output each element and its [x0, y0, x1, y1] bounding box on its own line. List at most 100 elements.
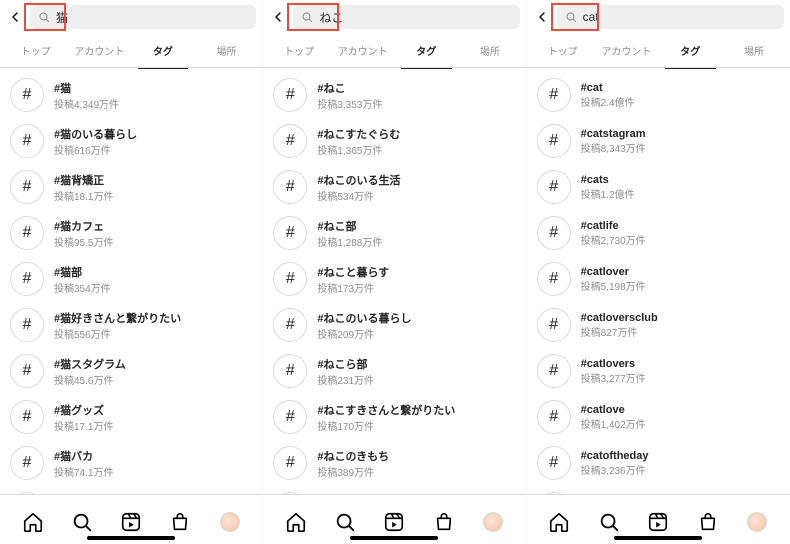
hashtag-row[interactable]: ##catlife投稿2,730万件: [527, 210, 790, 256]
tab-place[interactable]: 場所: [458, 33, 522, 68]
hashtag-row[interactable]: ##cats投稿1.2億件: [527, 164, 790, 210]
tab-place[interactable]: 場所: [722, 33, 786, 68]
hashtag-row[interactable]: ##ねこ部投稿1,288万件: [263, 210, 525, 256]
hashtag-info: #猫のいる暮らし投稿616万件: [54, 126, 252, 157]
hashtag-count: 投稿3,353万件: [317, 96, 515, 111]
hashtag-row[interactable]: ##猫好きさんと繋がりたい投稿556万件: [0, 302, 262, 348]
hashtag-icon: #: [537, 170, 571, 204]
hashtag-row[interactable]: ##猫グッズ投稿17.1万件: [0, 394, 262, 440]
hashtag-row[interactable]: ##猫部投稿354万件: [0, 256, 262, 302]
search-input[interactable]: ねこ: [293, 5, 519, 29]
home-indicator: [87, 536, 175, 540]
search-query-text: cat: [583, 10, 599, 24]
hashtag-row[interactable]: ##猫バカ投稿74.1万件: [0, 440, 262, 486]
tab-tag[interactable]: タグ: [658, 33, 722, 68]
hashtag-count: 投稿17.1万件: [54, 418, 252, 433]
hashtag-row[interactable]: ##cat投稿2.4億件: [527, 72, 790, 118]
search-input[interactable]: 猫: [30, 5, 256, 29]
home-icon: [548, 511, 570, 533]
search-icon: [71, 511, 93, 533]
nav-home[interactable]: [285, 511, 307, 533]
hashtag-row[interactable]: ##猫背矯正投稿18.1万件: [0, 164, 262, 210]
nav-reels[interactable]: [383, 511, 405, 533]
tab-tag[interactable]: タグ: [131, 33, 195, 68]
hashtag-row[interactable]: ##catlover投稿5,198万件: [527, 256, 790, 302]
nav-shop[interactable]: [169, 511, 191, 533]
hashtag-row[interactable]: ##catstagram投稿8,343万件: [527, 118, 790, 164]
nav-profile[interactable]: [746, 511, 768, 533]
tab-account[interactable]: アカウント: [68, 33, 132, 68]
hashtag-info: #catlove投稿1,402万件: [581, 404, 780, 431]
nav-profile[interactable]: [482, 511, 504, 533]
search-header: ねこ: [263, 0, 525, 34]
hashtag-row[interactable]: ##catlovers投稿3,277万件: [527, 348, 790, 394]
hashtag-row[interactable]: ##猫スタグラム投稿45.6万件: [0, 348, 262, 394]
back-button[interactable]: [533, 8, 551, 26]
hashtag-row[interactable]: ##ねこのいる暮らし投稿209万件: [263, 302, 525, 348]
hashtag-row[interactable]: # #ねこ投稿3,353万件: [263, 72, 525, 118]
hashtag-row[interactable]: ##ねこのきもち投稿389万件: [263, 440, 525, 486]
hashtag-row[interactable]: ##catphoto: [527, 486, 790, 494]
hashtag-info: #ねこのいる生活投稿534万件: [317, 172, 515, 203]
nav-shop[interactable]: [433, 511, 455, 533]
nav-reels[interactable]: [120, 511, 142, 533]
hashtag-row[interactable]: ##ねこすきさんと繋がりたい投稿170万件: [263, 394, 525, 440]
tab-top[interactable]: トップ: [267, 33, 331, 68]
nav-search[interactable]: [71, 511, 93, 533]
tab-top[interactable]: トップ: [531, 33, 595, 68]
hashtag-row[interactable]: ##猫写真: [0, 486, 262, 494]
hashtag-icon: #: [537, 216, 571, 250]
hashtag-list[interactable]: ##猫投稿4,349万件##猫のいる暮らし投稿616万件##猫背矯正投稿18.1…: [0, 68, 262, 494]
hashtag-row[interactable]: ##ねこのいる生活投稿534万件: [263, 164, 525, 210]
hashtag-list[interactable]: ##cat投稿2.4億件##catstagram投稿8,343万件##cats投…: [527, 68, 790, 494]
back-button[interactable]: [269, 8, 287, 26]
hashtag-row[interactable]: ##catoftheday投稿3,236万件: [527, 440, 790, 486]
hashtag-count: 投稿2,730万件: [581, 232, 780, 247]
hashtag-icon: #: [537, 262, 571, 296]
hashtag-count: 投稿4,349万件: [54, 96, 252, 111]
hashtag-name: #猫好きさんと繋がりたい: [54, 310, 252, 326]
hashtag-row[interactable]: # #catlove投稿1,402万件: [527, 394, 790, 440]
hashtag-info: #猫バカ投稿74.1万件: [54, 448, 252, 479]
hashtag-row[interactable]: ##ねこばか: [263, 486, 525, 494]
hashtag-info: #ねこ投稿3,353万件: [317, 80, 515, 111]
nav-shop[interactable]: [697, 511, 719, 533]
tab-account[interactable]: アカウント: [594, 33, 658, 68]
hashtag-row[interactable]: ##ねこすたぐらむ投稿1,365万件: [263, 118, 525, 164]
hashtag-count: 投稿3,236万件: [581, 462, 780, 477]
hashtag-row[interactable]: ##猫投稿4,349万件: [0, 72, 262, 118]
hashtag-name: #ねこら部: [317, 356, 515, 372]
search-input[interactable]: cat: [557, 5, 784, 29]
hashtag-name: #ねこ部: [317, 218, 515, 234]
tab-place[interactable]: 場所: [195, 33, 259, 68]
nav-profile[interactable]: [219, 511, 241, 533]
tab-account[interactable]: アカウント: [331, 33, 395, 68]
hashtag-icon: #: [273, 124, 307, 158]
hashtag-icon: #: [537, 400, 571, 434]
hashtag-name: #猫: [54, 80, 252, 96]
hashtag-row[interactable]: ##猫カフェ投稿95.5万件: [0, 210, 262, 256]
tab-top[interactable]: トップ: [4, 33, 68, 68]
hashtag-count: 投稿95.5万件: [54, 234, 252, 249]
hashtag-info: #ねこ部投稿1,288万件: [317, 218, 515, 249]
tab-tag[interactable]: タグ: [394, 33, 458, 68]
hashtag-row[interactable]: ##ねこと暮らす投稿173万件: [263, 256, 525, 302]
hashtag-row[interactable]: ##ねこら部投稿231万件: [263, 348, 525, 394]
hashtag-name: #cat: [581, 82, 780, 94]
nav-reels[interactable]: [647, 511, 669, 533]
hashtag-name: #catlovers: [581, 358, 780, 370]
nav-home[interactable]: [22, 511, 44, 533]
back-button[interactable]: [6, 8, 24, 26]
hashtag-row[interactable]: ##catloversclub投稿827万件: [527, 302, 790, 348]
nav-search[interactable]: [598, 511, 620, 533]
nav-search[interactable]: [334, 511, 356, 533]
hashtag-icon: #: [273, 78, 307, 112]
hashtag-name: #ねこと暮らす: [317, 264, 515, 280]
hashtag-list[interactable]: ##ねこ投稿3,353万件##ねこすたぐらむ投稿1,365万件##ねこのいる生活…: [263, 68, 525, 494]
chevron-left-icon: [7, 9, 23, 25]
nav-home[interactable]: [548, 511, 570, 533]
hashtag-row[interactable]: ##猫のいる暮らし投稿616万件: [0, 118, 262, 164]
hashtag-icon: #: [10, 170, 44, 204]
hashtag-count: 投稿556万件: [54, 326, 252, 341]
hashtag-info: #ねこら部投稿231万件: [317, 356, 515, 387]
